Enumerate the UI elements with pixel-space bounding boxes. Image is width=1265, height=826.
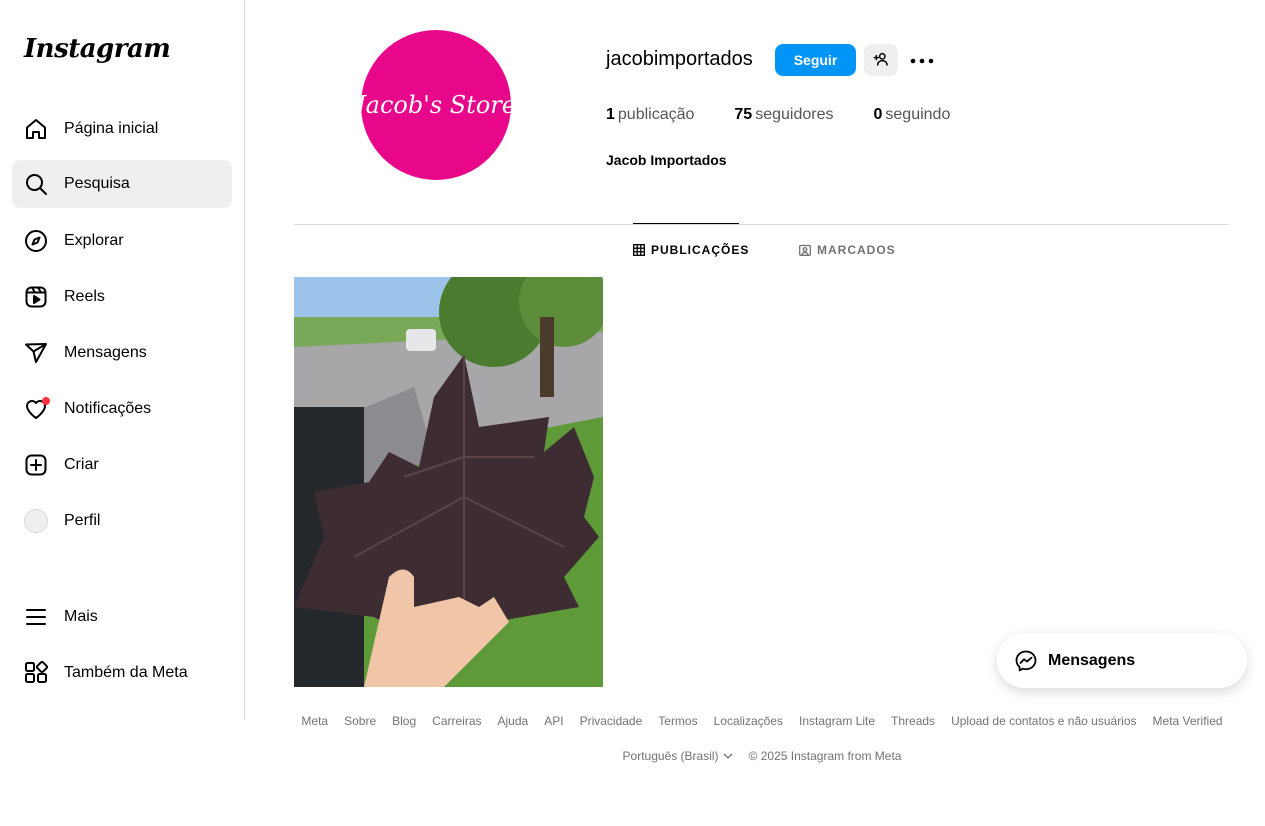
sidebar-item-label: Pesquisa (64, 175, 130, 192)
home-icon (24, 117, 48, 141)
tabs-divider (294, 224, 1229, 225)
footer-links: Meta Sobre Blog Carreiras Ajuda API Priv… (301, 714, 1223, 728)
chevron-down-icon (723, 753, 733, 759)
footer-bottom: Português (Brasil) © 2025 Instagram from… (302, 749, 1222, 763)
footer-link[interactable]: Meta Verified (1153, 714, 1223, 728)
sidebar-item-label: Notificações (64, 400, 152, 417)
profile-stats: 1 publicação 75 seguidores 0 seguindo (606, 106, 990, 124)
menu-icon (24, 605, 48, 629)
stat-posts: 1 publicação (606, 106, 695, 123)
tagged-icon (799, 244, 811, 256)
footer-link[interactable]: Termos (658, 714, 697, 728)
sidebar-item-notifications[interactable]: Notificações (12, 385, 232, 433)
footer-link[interactable]: Ajuda (498, 714, 529, 728)
suggested-accounts-button[interactable] (864, 44, 898, 76)
sidebar-item-label: Mensagens (64, 344, 147, 361)
apps-icon (24, 661, 48, 685)
heart-icon (24, 397, 50, 421)
footer-link[interactable]: Threads (891, 714, 935, 728)
tab-posts[interactable]: PUBLICAÇÕES (633, 243, 749, 257)
language-select[interactable]: Português (Brasil) (623, 749, 733, 763)
search-icon (24, 172, 48, 196)
sidebar: Instagram Página inicial Pesquisa Explor… (0, 0, 245, 720)
sidebar-item-label: Página inicial (64, 120, 159, 137)
footer-link[interactable]: Carreiras (432, 714, 481, 728)
instagram-logo[interactable]: Instagram (24, 34, 171, 64)
sidebar-item-also-from-meta[interactable]: Também da Meta (12, 649, 232, 697)
tab-tagged[interactable]: MARCADOS (799, 243, 896, 257)
tab-label: PUBLICAÇÕES (651, 243, 750, 257)
messages-pill[interactable]: Mensagens (997, 633, 1247, 688)
profile-avatar-large[interactable]: Jacob's Store (356, 30, 516, 180)
sidebar-item-search[interactable]: Pesquisa (12, 160, 232, 208)
sidebar-item-label: Também da Meta (64, 664, 188, 681)
footer-link[interactable]: API (544, 714, 563, 728)
create-plus-icon (24, 453, 48, 477)
notification-dot (42, 397, 50, 405)
sidebar-item-more[interactable]: Mais (12, 593, 232, 641)
compass-icon (24, 229, 48, 253)
stat-followers[interactable]: 75 seguidores (734, 106, 833, 124)
footer-link[interactable]: Localizações (714, 714, 783, 728)
profile-avatar (24, 509, 48, 533)
stat-following[interactable]: 0 seguindo (873, 106, 950, 124)
sidebar-item-home[interactable]: Página inicial (12, 105, 232, 153)
messenger-icon (1014, 649, 1038, 673)
ellipsis-icon (910, 51, 934, 69)
sidebar-item-label: Reels (64, 288, 105, 305)
direct-message-icon (24, 341, 48, 365)
sidebar-item-label: Mais (64, 608, 98, 625)
sidebar-item-label: Explorar (64, 232, 124, 249)
sidebar-item-label: Perfil (64, 512, 101, 529)
post-thumbnail[interactable] (294, 277, 603, 687)
sidebar-item-explore[interactable]: Explorar (12, 217, 232, 265)
active-tab-indicator (633, 223, 739, 224)
add-person-icon (873, 51, 889, 70)
follow-button[interactable]: Seguir (775, 44, 856, 76)
tab-label: MARCADOS (817, 243, 896, 257)
footer-link[interactable]: Instagram Lite (799, 714, 875, 728)
post-image (294, 277, 603, 687)
sidebar-item-messages[interactable]: Mensagens (12, 329, 232, 377)
footer-link[interactable]: Privacidade (580, 714, 643, 728)
reels-icon (24, 285, 48, 309)
grid-icon (633, 244, 645, 256)
sidebar-item-label: Criar (64, 456, 99, 473)
copyright: © 2025 Instagram from Meta (748, 749, 902, 763)
footer-link[interactable]: Upload de contatos e não usuários (951, 714, 1136, 728)
profile-full-name: Jacob Importados (606, 152, 727, 168)
sidebar-item-reels[interactable]: Reels (12, 273, 232, 321)
footer-link[interactable]: Blog (392, 714, 416, 728)
sidebar-item-create[interactable]: Criar (12, 441, 232, 489)
sidebar-item-profile[interactable]: Perfil (12, 497, 232, 545)
profile-username: jacobimportados (606, 48, 753, 70)
messages-pill-label: Mensagens (1048, 651, 1136, 669)
footer-link[interactable]: Meta (301, 714, 328, 728)
avatar-logo-text: Jacob's Store (356, 91, 516, 119)
more-options-button[interactable] (908, 44, 936, 76)
footer-link[interactable]: Sobre (344, 714, 376, 728)
